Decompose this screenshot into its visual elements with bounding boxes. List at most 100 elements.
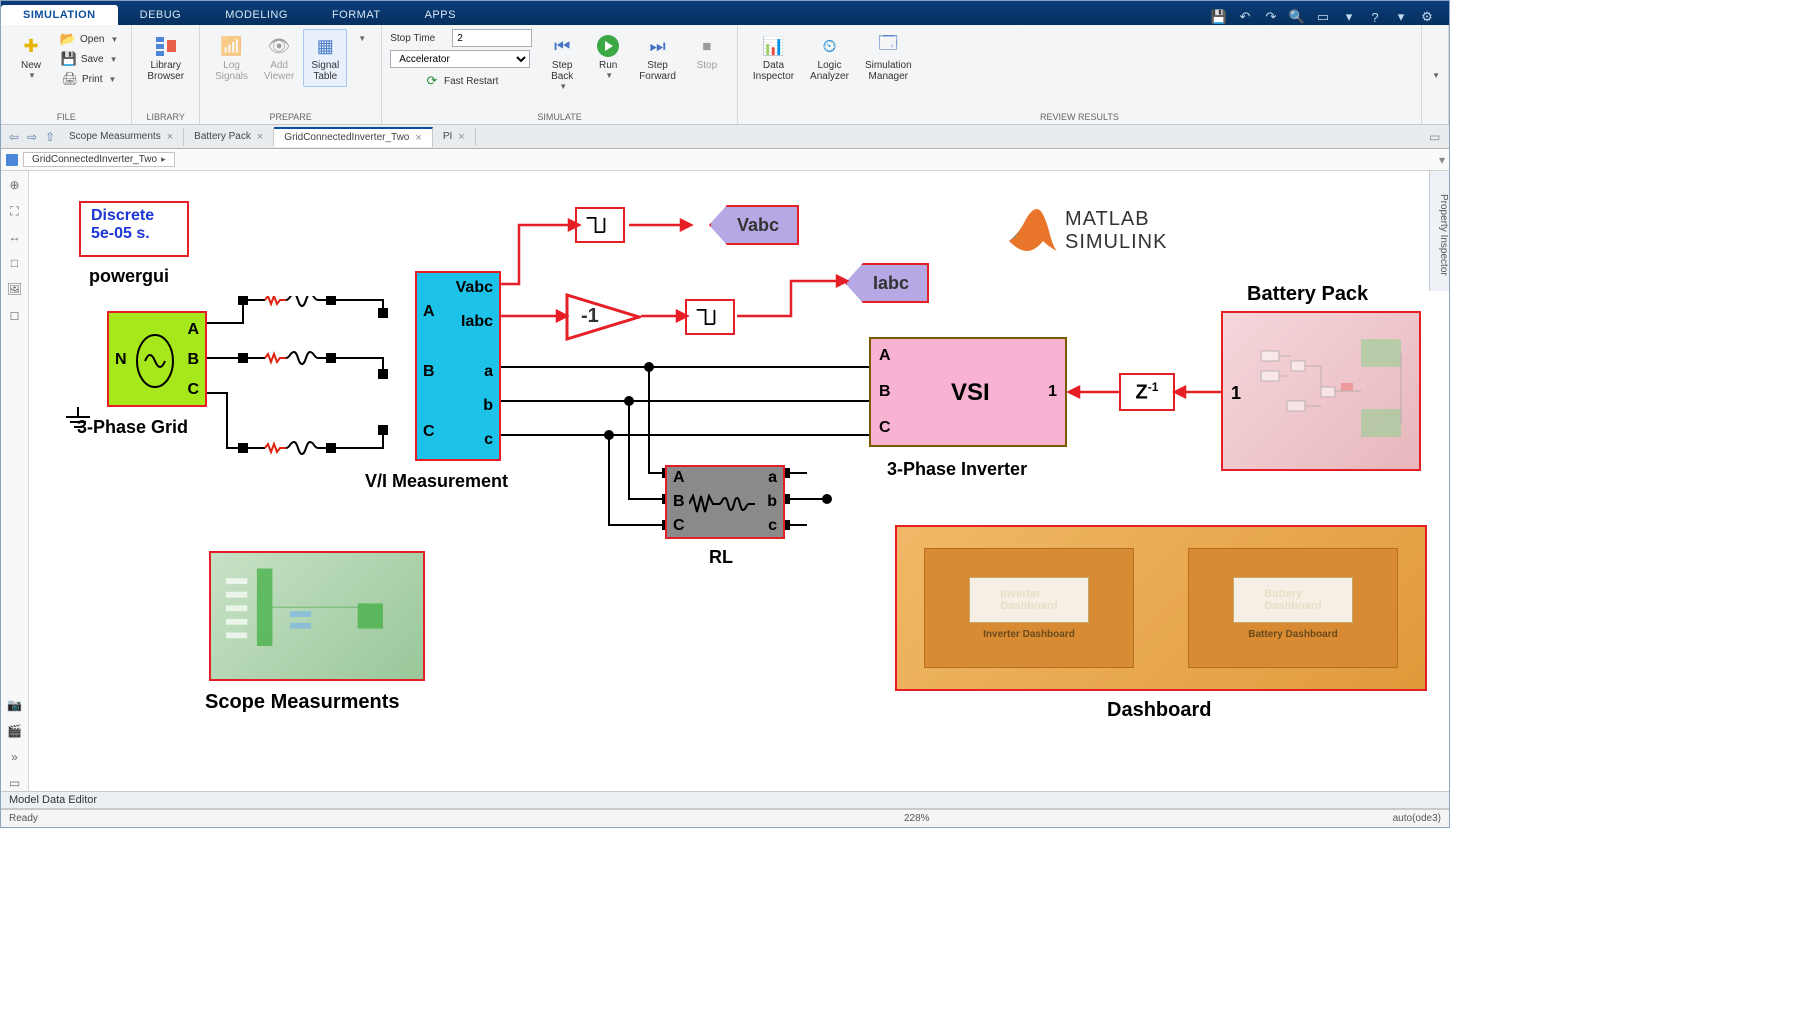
print-button[interactable]: 🖨Print▼ bbox=[55, 69, 123, 89]
statusbar: Ready 228% auto(ode3) bbox=[1, 809, 1449, 827]
data-inspector-button[interactable]: 📊Data Inspector bbox=[746, 29, 801, 87]
wifi-icon: 📶 bbox=[219, 34, 243, 58]
library-icon bbox=[154, 34, 178, 58]
viewer-icon: 👁 bbox=[267, 34, 291, 58]
block-grid[interactable]: N A B C bbox=[107, 311, 207, 407]
label-vi: V/I Measurement bbox=[365, 471, 508, 492]
group-title-review: REVIEW RESULTS bbox=[746, 110, 1413, 122]
zoom-icon[interactable]: ⊕ bbox=[7, 177, 23, 193]
breadcrumb[interactable]: GridConnectedInverter_Two▸ bbox=[23, 152, 175, 167]
sim-mode-select[interactable]: Accelerator bbox=[390, 50, 530, 68]
block-rate2[interactable] bbox=[685, 299, 735, 335]
step-forward-button[interactable]: ⏭Step Forward bbox=[632, 29, 683, 87]
maximize-icon[interactable]: ▭ bbox=[1429, 130, 1443, 144]
tab-modeling[interactable]: MODELING bbox=[203, 5, 310, 25]
close-icon[interactable]: × bbox=[458, 131, 464, 143]
dashboard-battery[interactable]: BatteryDashboard Battery Dashboard bbox=[1188, 548, 1398, 668]
simulation-manager-button[interactable]: 🗔Simulation Manager bbox=[858, 29, 919, 87]
new-button[interactable]: ✚ New▼ bbox=[9, 29, 53, 85]
save-icon[interactable]: 💾 bbox=[1211, 9, 1227, 25]
signal-table-button[interactable]: ▦Signal Table bbox=[303, 29, 347, 87]
wires-battery bbox=[1067, 381, 1227, 405]
gear-icon[interactable]: ⚙ bbox=[1419, 9, 1435, 25]
fit-icon[interactable]: ⛶ bbox=[7, 203, 23, 219]
doctab-battery[interactable]: Battery Pack× bbox=[184, 128, 274, 146]
doctab-pi[interactable]: PI× bbox=[433, 128, 476, 146]
block-rl[interactable]: A B C a b c bbox=[665, 465, 785, 539]
doctabs: ⇦ ⇨ ⇧ Scope Measurments× Battery Pack× G… bbox=[1, 125, 1449, 149]
tab-format[interactable]: FORMAT bbox=[310, 5, 403, 25]
tab-simulation[interactable]: SIMULATION bbox=[1, 5, 118, 25]
nav-up-button[interactable]: ⇧ bbox=[41, 128, 59, 146]
help-icon[interactable]: ? bbox=[1367, 9, 1383, 25]
search-icon[interactable]: 🔍 bbox=[1289, 9, 1305, 25]
step-back-icon: ⏮ bbox=[550, 34, 574, 58]
panel-icon[interactable]: ▭ bbox=[7, 775, 23, 791]
window-icon[interactable]: ▭ bbox=[1315, 9, 1331, 25]
undo-icon[interactable]: ↶ bbox=[1237, 9, 1253, 25]
doctab-scope[interactable]: Scope Measurments× bbox=[59, 128, 184, 146]
area-icon[interactable]: ◻ bbox=[7, 307, 23, 323]
pan-icon[interactable]: ↔ bbox=[7, 229, 23, 245]
model-icon[interactable] bbox=[5, 153, 19, 167]
ribbon-group-simulate: Stop Time Accelerator ⟳Fast Restart ⏮Ste… bbox=[382, 25, 738, 124]
run-button[interactable]: Run▼ bbox=[586, 29, 630, 85]
label-scope: Scope Measurments bbox=[205, 691, 400, 714]
ground-icon bbox=[63, 407, 93, 433]
image-icon[interactable]: 🖼 bbox=[7, 281, 23, 297]
tab-debug[interactable]: DEBUG bbox=[118, 5, 204, 25]
save-button[interactable]: 💾Save▼ bbox=[55, 49, 123, 69]
prepare-more-button[interactable]: ▼ bbox=[349, 29, 373, 48]
screenshot-icon[interactable]: 📷 bbox=[7, 697, 23, 713]
stop-button: ⏹Stop bbox=[685, 29, 729, 76]
fast-restart-button[interactable]: ⟳Fast Restart bbox=[390, 71, 532, 91]
block-vsi[interactable]: A B C VSI 1 bbox=[869, 337, 1067, 447]
tag-iabc[interactable]: Iabc bbox=[845, 263, 929, 303]
block-powergui[interactable]: Discrete 5e-05 s. bbox=[79, 201, 189, 257]
restart-icon: ⟳ bbox=[424, 73, 440, 89]
close-icon[interactable]: × bbox=[167, 131, 173, 143]
expand-icon[interactable]: » bbox=[7, 749, 23, 765]
chevron-down-icon[interactable]: ▾ bbox=[1439, 153, 1445, 167]
model-data-editor-panel[interactable]: Model Data Editor bbox=[1, 791, 1449, 809]
record-icon[interactable]: 🎬 bbox=[7, 723, 23, 739]
group-title-simulate: SIMULATE bbox=[390, 110, 729, 122]
status-zoom: 228% bbox=[904, 813, 930, 824]
close-icon[interactable]: × bbox=[415, 132, 421, 144]
manager-icon: 🗔 bbox=[876, 34, 900, 58]
label-dashboard: Dashboard bbox=[1107, 699, 1211, 722]
matlab-logo: MATLAB SIMULINK bbox=[1005, 207, 1167, 255]
block-battery[interactable]: 1 bbox=[1221, 311, 1421, 471]
doctab-grid-inverter[interactable]: GridConnectedInverter_Two× bbox=[274, 127, 433, 147]
library-browser-button[interactable]: Library Browser bbox=[140, 29, 191, 87]
label-grid: 3-Phase Grid bbox=[77, 417, 188, 438]
logic-analyzer-button[interactable]: ⏲Logic Analyzer bbox=[803, 29, 856, 87]
chevron-down-icon[interactable]: ▾ bbox=[1393, 9, 1409, 25]
block-vi[interactable]: A B C Vabc Iabc a b c bbox=[415, 271, 501, 461]
folder-icon: 📂 bbox=[60, 31, 76, 47]
dashboard-inverter[interactable]: InverterDashboard Inverter Dashboard bbox=[924, 548, 1134, 668]
tab-apps[interactable]: APPS bbox=[403, 5, 478, 25]
property-inspector-tab[interactable]: Property Inspector bbox=[1429, 171, 1449, 291]
ribbon-group-library: Library Browser LIBRARY bbox=[132, 25, 200, 124]
nav-fwd-button[interactable]: ⇨ bbox=[23, 128, 41, 146]
table-icon: ▦ bbox=[313, 34, 337, 58]
open-button[interactable]: 📂Open▼ bbox=[55, 29, 123, 49]
block-dashboard[interactable]: InverterDashboard Inverter Dashboard Bat… bbox=[895, 525, 1427, 691]
block-rate1[interactable] bbox=[575, 207, 625, 243]
close-icon[interactable]: × bbox=[257, 131, 263, 143]
new-icon: ✚ bbox=[19, 34, 43, 58]
chevron-down-icon[interactable]: ▾ bbox=[1341, 9, 1357, 25]
block-gain[interactable]: -1 bbox=[565, 293, 641, 341]
tag-vabc[interactable]: Vabc bbox=[709, 205, 799, 245]
stoptime-input[interactable] bbox=[452, 29, 532, 47]
label-powergui: powergui bbox=[89, 266, 169, 287]
redo-icon[interactable]: ↷ bbox=[1263, 9, 1279, 25]
ribbon-collapse[interactable]: ▼ bbox=[1422, 25, 1449, 124]
canvas[interactable]: Discrete 5e-05 s. powergui N A B C 3-Pha… bbox=[29, 171, 1449, 791]
label-rl: RL bbox=[709, 547, 733, 568]
block-scope[interactable] bbox=[209, 551, 425, 681]
nav-back-button[interactable]: ⇦ bbox=[5, 128, 23, 146]
step-back-button[interactable]: ⏮Step Back▼ bbox=[540, 29, 584, 96]
annotation-icon[interactable]: □ bbox=[7, 255, 23, 271]
